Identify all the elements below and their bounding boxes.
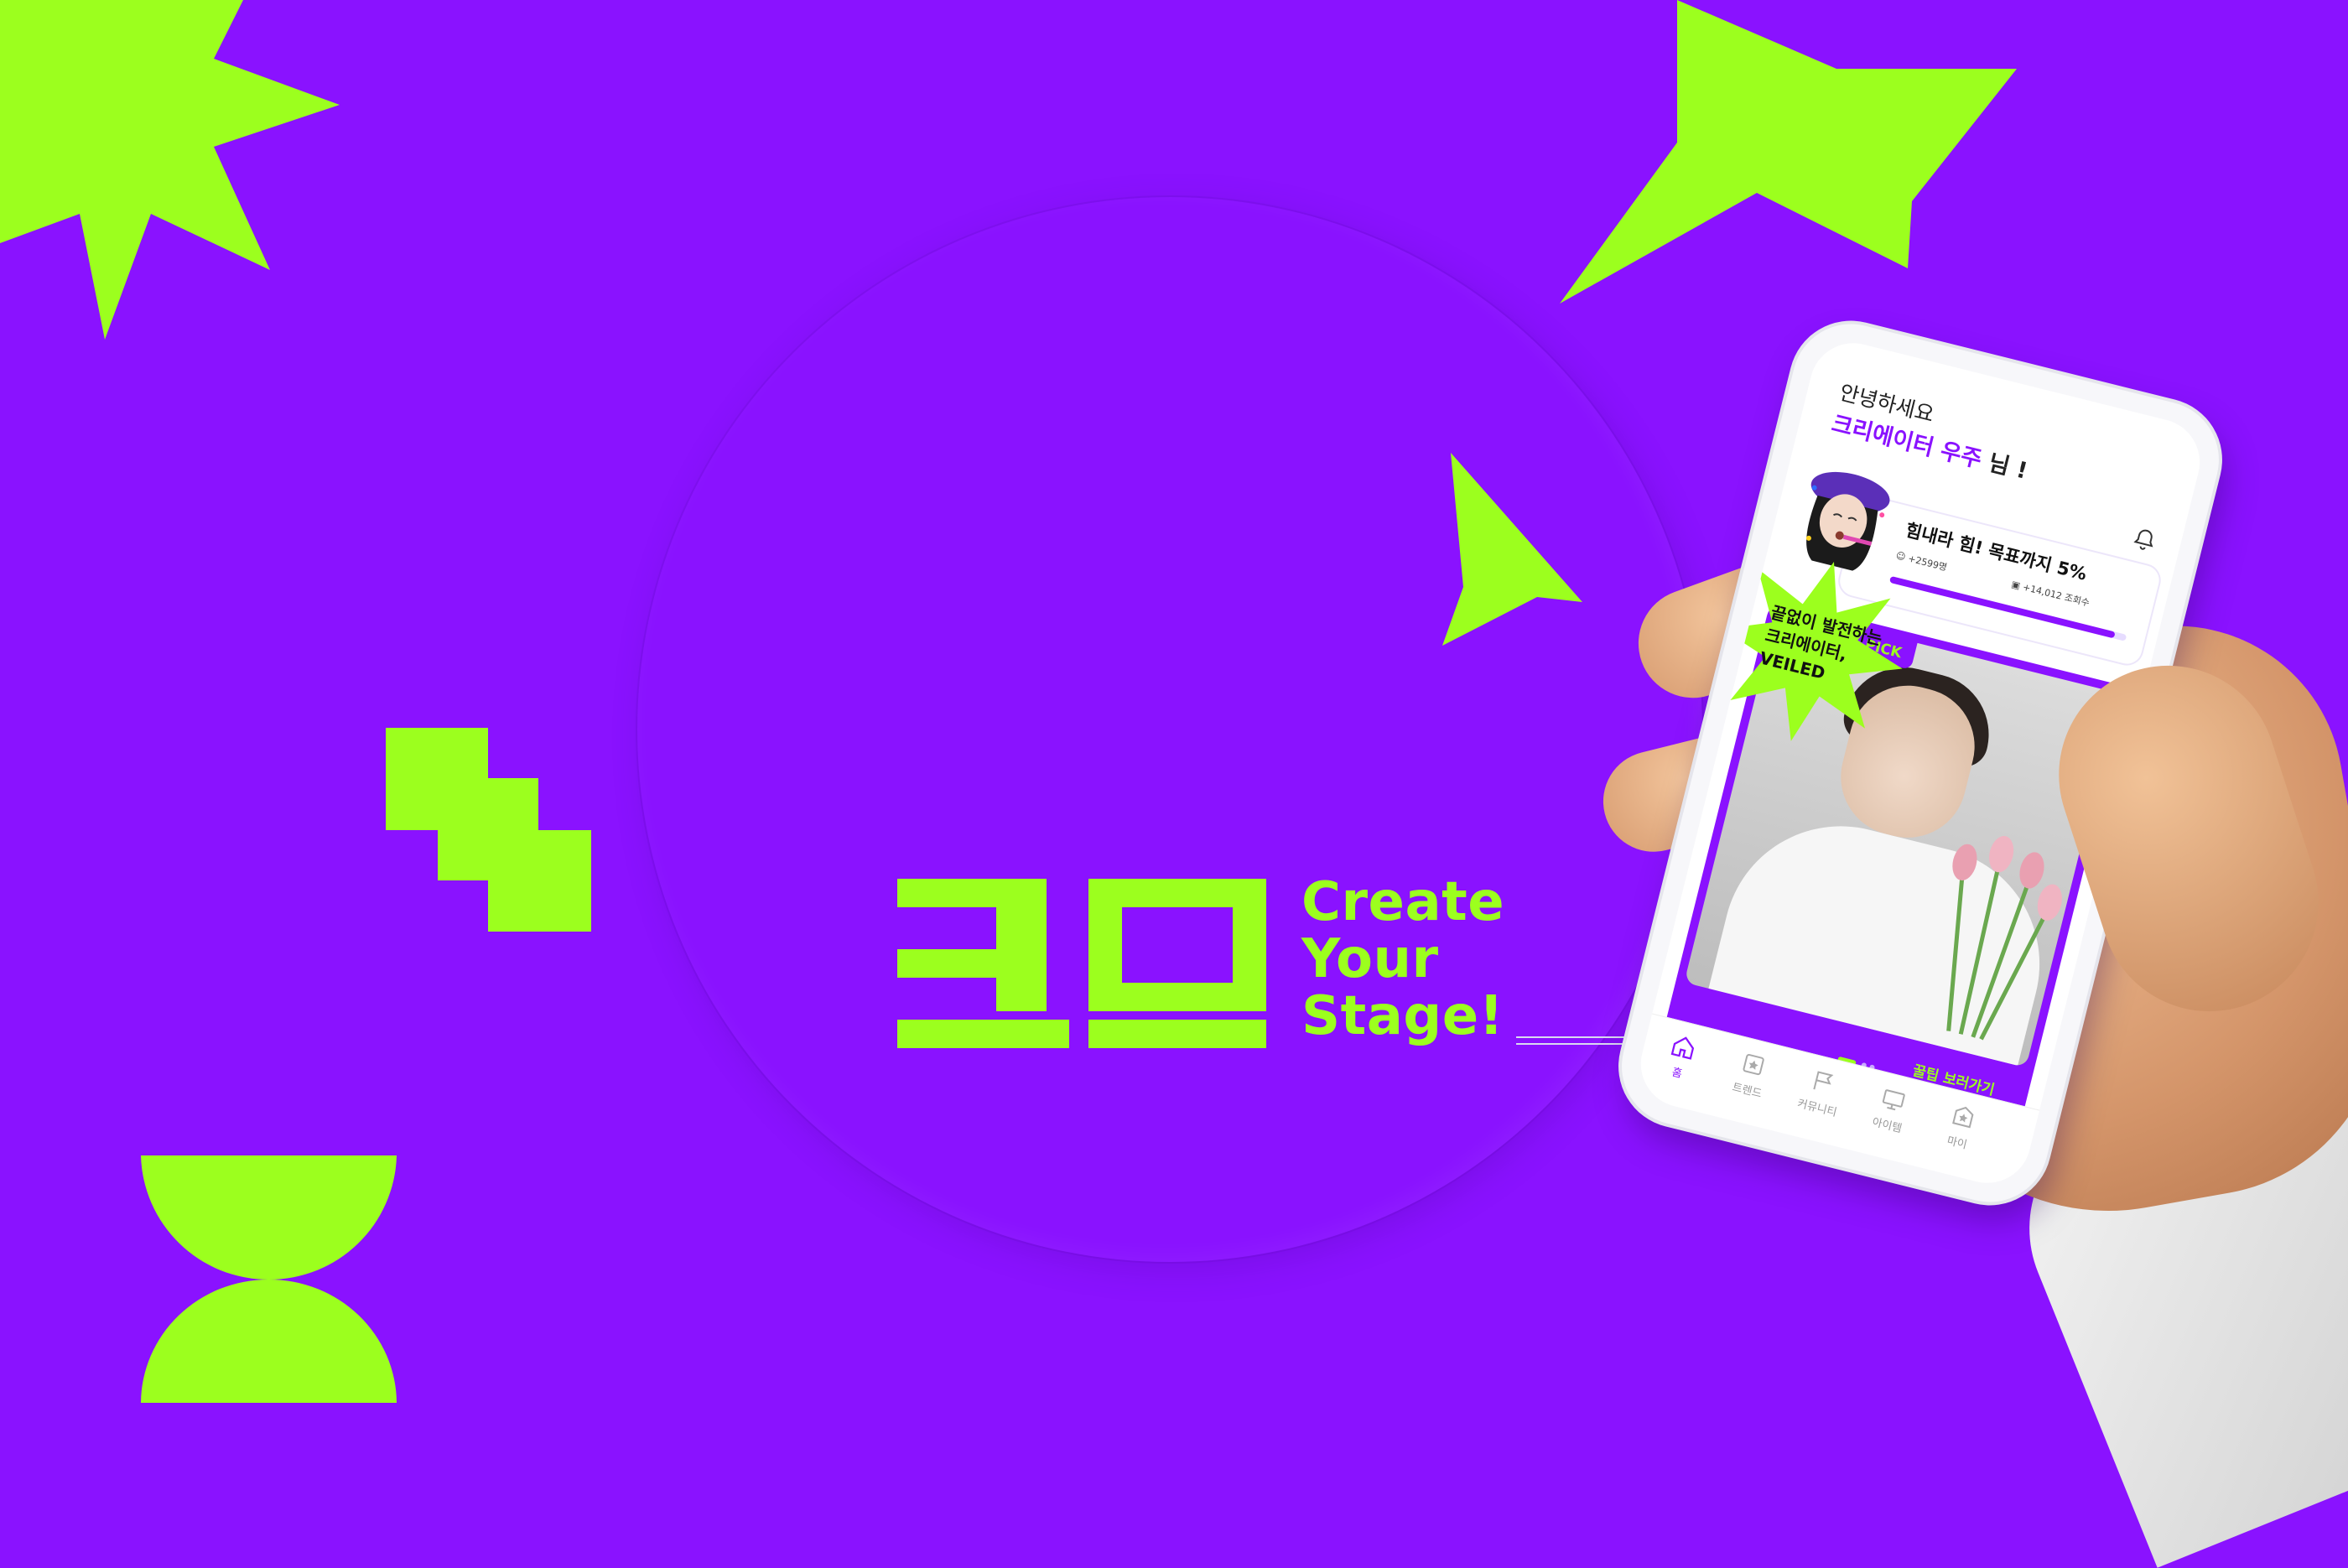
tab-trend[interactable]: 트렌드 xyxy=(1713,1044,1790,1105)
background-circle xyxy=(637,197,1702,1262)
brand-logo xyxy=(897,879,1266,1048)
starburst-shape-top-left xyxy=(0,0,340,340)
hourglass-shape xyxy=(141,1155,397,1403)
goal-progress-bar xyxy=(1888,575,2127,641)
tab-label: 커뮤니티 xyxy=(1795,1097,1838,1119)
greeting-suffix: 님 ! xyxy=(1977,448,2030,485)
tab-home[interactable]: 홈 xyxy=(1643,1027,1719,1088)
arrow-shape xyxy=(1442,453,1582,646)
community-icon xyxy=(1813,1071,1834,1090)
home-icon xyxy=(1670,1036,1695,1060)
tab-community[interactable]: 커뮤니티 xyxy=(1783,1062,1859,1123)
goal-title: 힘내라 힘! 목표까지 5% xyxy=(1903,519,2089,584)
brand-tagline: Create Your Stage! xyxy=(1301,874,1504,1045)
stair-shape xyxy=(386,728,591,932)
subscriber-stat: ☺ +2599명 xyxy=(1894,548,1949,574)
star-shape-top-right xyxy=(1560,0,2017,304)
subscriber-count: +2599명 xyxy=(1907,553,1949,574)
tab-label: 마이 xyxy=(1945,1134,1968,1152)
bell-icon[interactable] xyxy=(2129,525,2159,555)
tab-label: 트렌드 xyxy=(1731,1081,1764,1101)
tab-label: 아이템 xyxy=(1870,1116,1904,1136)
trend-icon xyxy=(1743,1053,1764,1076)
tab-item[interactable]: 아이템 xyxy=(1853,1079,1930,1140)
tagline-line-3: Stage! xyxy=(1301,985,1504,1047)
tagline-line-1: Create xyxy=(1301,871,1505,933)
views-count: +14,012 조회수 xyxy=(2021,581,2091,609)
tagline-line-2: Your xyxy=(1301,928,1439,990)
item-icon xyxy=(1882,1089,1905,1111)
tab-label: 홈 xyxy=(1670,1066,1684,1082)
my-icon xyxy=(1952,1106,1974,1129)
tab-my[interactable]: 마이 xyxy=(1923,1097,1999,1158)
